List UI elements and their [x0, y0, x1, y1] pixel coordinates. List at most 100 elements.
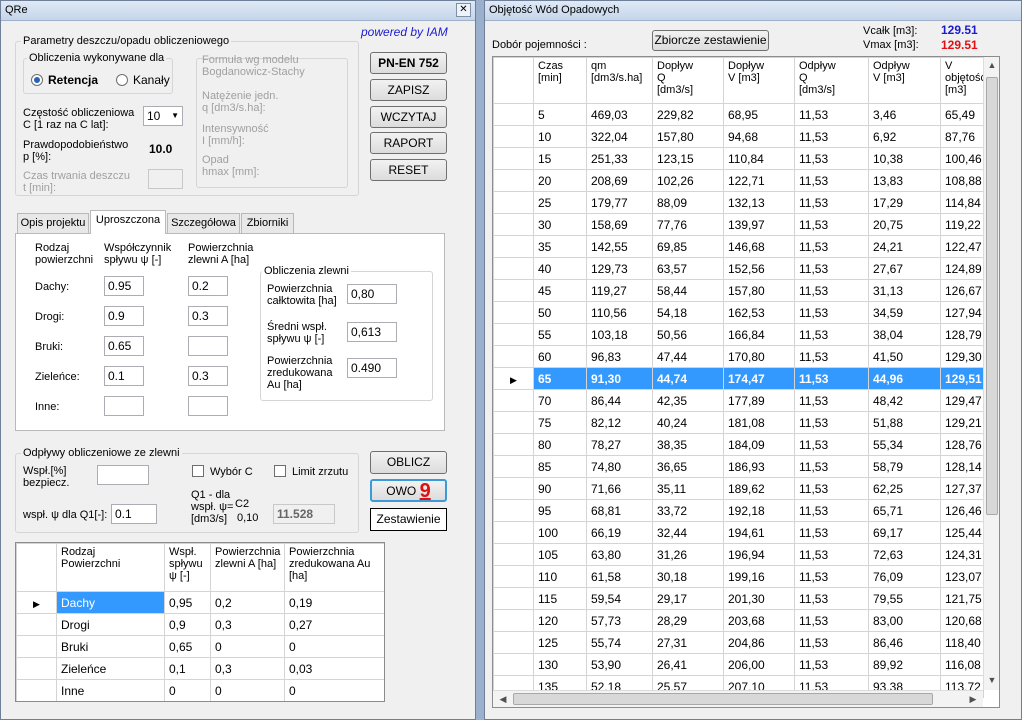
grid-cell[interactable]: 10,38: [868, 147, 941, 170]
grid-cell[interactable]: 11,53: [794, 367, 869, 390]
row-selector[interactable]: [493, 477, 534, 500]
grid-cell[interactable]: 11,53: [794, 433, 869, 456]
grid-cell[interactable]: 31,26: [652, 543, 724, 566]
row-selector[interactable]: [493, 587, 534, 610]
grid-cell[interactable]: 181,08: [723, 411, 795, 434]
limit-zrzutu-checkbox[interactable]: [274, 465, 286, 477]
header-qm[interactable]: qm [dm3/s.ha]: [586, 57, 653, 104]
row-selector[interactable]: [493, 213, 534, 236]
grid-cell[interactable]: 15: [533, 147, 587, 170]
header-czas[interactable]: Czas [min]: [533, 57, 587, 104]
grid-cell[interactable]: 179,77: [586, 191, 653, 214]
grid-cell[interactable]: 11,53: [794, 301, 869, 324]
pow-input-zielence[interactable]: 0.3: [188, 366, 228, 386]
grid-cell[interactable]: 11,53: [794, 147, 869, 170]
grid-cell[interactable]: 86,44: [586, 389, 653, 412]
grid-cell[interactable]: 128,79: [940, 323, 984, 346]
grid-cell[interactable]: 78,27: [586, 433, 653, 456]
grid-cell[interactable]: 96,83: [586, 345, 653, 368]
row-selector[interactable]: [493, 279, 534, 302]
grid-header-rodzaj[interactable]: Rodzaj Powierzchni: [56, 543, 165, 592]
grid-cell[interactable]: 0: [210, 679, 285, 701]
row-selector[interactable]: [493, 565, 534, 588]
grid-header-zred[interactable]: Powierzchnia zredukowana Au [ha]: [284, 543, 384, 592]
table-row[interactable]: 95 68,81 33,72 192,18 11,53 65,71 126,46: [493, 499, 984, 522]
grid-cell[interactable]: 90: [533, 477, 587, 500]
grid-cell[interactable]: 11,53: [794, 455, 869, 478]
grid-header-pow[interactable]: Powierzchnia zlewni A [ha]: [210, 543, 285, 592]
grid-cell[interactable]: 44,74: [652, 367, 724, 390]
grid-cell[interactable]: 110,56: [586, 301, 653, 324]
grid-cell[interactable]: 110,84: [723, 147, 795, 170]
grid-cell[interactable]: 45: [533, 279, 587, 302]
grid-cell[interactable]: 127,94: [940, 301, 984, 324]
grid-cell[interactable]: 124,31: [940, 543, 984, 566]
table-row[interactable]: 70 86,44 42,35 177,89 11,53 48,42 129,47: [493, 389, 984, 412]
row-selector[interactable]: [493, 257, 534, 280]
wsp-input-inne[interactable]: [104, 396, 144, 416]
grid-cell[interactable]: 11,53: [794, 191, 869, 214]
tab-uproszczona[interactable]: Uproszczona: [90, 210, 166, 234]
row-selector[interactable]: [493, 147, 534, 170]
row-selector[interactable]: [16, 635, 57, 658]
grid-cell[interactable]: 65,49: [940, 103, 984, 126]
grid-cell[interactable]: 129,47: [940, 389, 984, 412]
grid-cell[interactable]: 5: [533, 103, 587, 126]
grid-cell[interactable]: 121,75: [940, 587, 984, 610]
row-selector[interactable]: [493, 301, 534, 324]
grid-cell[interactable]: 55,34: [868, 433, 941, 456]
grid-cell[interactable]: 0: [284, 679, 384, 701]
grid-cell[interactable]: 116,08: [940, 653, 984, 676]
grid-cell[interactable]: 0,19: [284, 591, 384, 614]
vertical-scroll-thumb[interactable]: [986, 77, 998, 515]
grid-cell[interactable]: 166,84: [723, 323, 795, 346]
grid-cell[interactable]: 229,82: [652, 103, 724, 126]
grid-cell[interactable]: 74,80: [586, 455, 653, 478]
grid-cell[interactable]: 0: [210, 635, 285, 658]
grid-cell[interactable]: 69,17: [868, 521, 941, 544]
table-row[interactable]: 60 96,83 47,44 170,80 11,53 41,50 129,30: [493, 345, 984, 368]
grid-cell[interactable]: 57,73: [586, 609, 653, 632]
retencja-radio[interactable]: [31, 74, 43, 86]
grid-cell[interactable]: 82,12: [586, 411, 653, 434]
grid-cell[interactable]: 125,44: [940, 521, 984, 544]
header-objetosc[interactable]: V objętość [m3]: [940, 57, 984, 104]
grid-cell[interactable]: 139,97: [723, 213, 795, 236]
grid-cell[interactable]: 71,66: [586, 477, 653, 500]
grid-cell[interactable]: 83,00: [868, 609, 941, 632]
grid-cell[interactable]: 30: [533, 213, 587, 236]
row-selector[interactable]: [16, 679, 57, 701]
grid-cell[interactable]: 0,65: [164, 635, 211, 658]
grid-cell[interactable]: 75: [533, 411, 587, 434]
grid-cell[interactable]: 251,33: [586, 147, 653, 170]
grid-cell[interactable]: 11,53: [794, 477, 869, 500]
grid-cell[interactable]: 11,53: [794, 345, 869, 368]
row-selector[interactable]: [493, 191, 534, 214]
grid-cell[interactable]: 94,68: [723, 125, 795, 148]
grid-cell[interactable]: 11,53: [794, 543, 869, 566]
header-odplyw-q[interactable]: Odpływ Q [dm3/s]: [794, 57, 869, 104]
grid-cell[interactable]: 122,47: [940, 235, 984, 258]
table-row[interactable]: 15 251,33 123,15 110,84 11,53 10,38 100,46: [493, 147, 984, 170]
grid-cell[interactable]: 11,53: [794, 257, 869, 280]
grid-cell[interactable]: 55: [533, 323, 587, 346]
grid-cell[interactable]: 40: [533, 257, 587, 280]
row-selector[interactable]: [493, 323, 534, 346]
row-selector[interactable]: [493, 345, 534, 368]
table-row[interactable]: 100 66,19 32,44 194,61 11,53 69,17 125,44: [493, 521, 984, 544]
table-row[interactable]: 105 63,80 31,26 196,94 11,53 72,63 124,31: [493, 543, 984, 566]
grid-cell[interactable]: 203,68: [723, 609, 795, 632]
grid-cell[interactable]: 129,73: [586, 257, 653, 280]
grid-cell[interactable]: 0,2: [210, 591, 285, 614]
grid-cell[interactable]: 35,11: [652, 477, 724, 500]
grid-cell[interactable]: 206,00: [723, 653, 795, 676]
grid-cell[interactable]: 10: [533, 125, 587, 148]
row-selector[interactable]: [493, 653, 534, 676]
grid-cell[interactable]: 13,83: [868, 169, 941, 192]
zbiorcze-zestawienie-button[interactable]: Zbiorcze zestawienie: [652, 30, 769, 51]
grid-cell[interactable]: 194,61: [723, 521, 795, 544]
grid-cell[interactable]: 0,1: [164, 657, 211, 680]
grid-cell[interactable]: 50,56: [652, 323, 724, 346]
grid-cell[interactable]: 199,16: [723, 565, 795, 588]
czestosc-select[interactable]: 10 ▼: [143, 106, 183, 126]
